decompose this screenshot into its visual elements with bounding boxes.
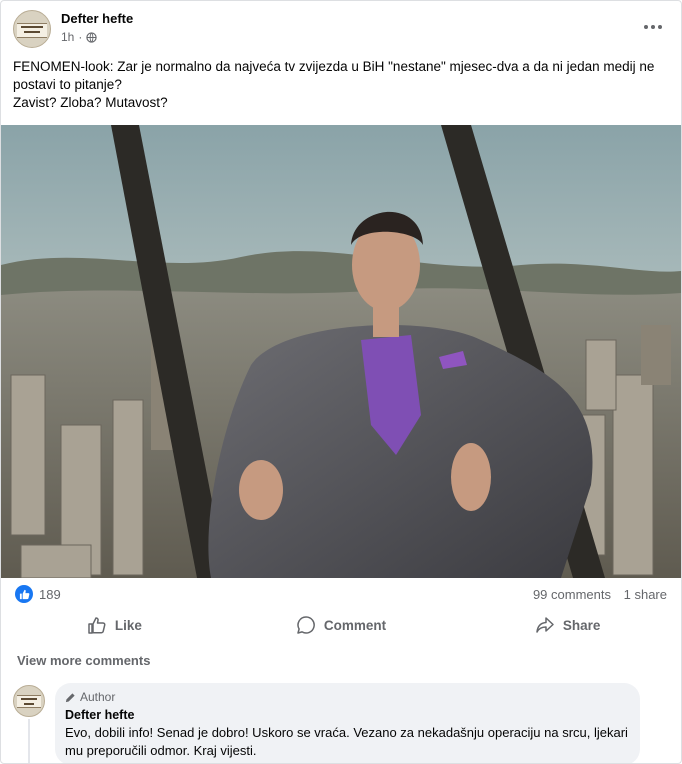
comment-icon [297, 616, 315, 634]
post-actions: Like Comment Share [1, 609, 681, 641]
pencil-icon [65, 692, 75, 702]
page-name[interactable]: Defter hefte [61, 11, 133, 26]
post-card: Defter hefte 1h · FENOMEN-look: Zar je n… [0, 0, 682, 764]
post-meta: 1h · [61, 30, 98, 44]
post-stats: 189 99 comments 1 share [1, 583, 681, 607]
reaction-count[interactable]: 189 [39, 587, 61, 602]
more-icon [644, 25, 648, 29]
comment-text: Evo, dobili info! Senad je dobro! Uskoro… [65, 725, 628, 758]
shares-count[interactable]: 1 share [624, 587, 667, 602]
post-time[interactable]: 1h [61, 30, 74, 44]
logo-band [17, 23, 47, 38]
like-button[interactable]: Like [1, 609, 228, 641]
comments-count[interactable]: 99 comments [533, 587, 611, 602]
comment-button[interactable]: Comment [228, 609, 455, 641]
like-icon[interactable] [15, 585, 33, 603]
page-avatar[interactable] [13, 10, 51, 48]
commenter-name[interactable]: Defter hefte [65, 708, 630, 722]
commenter-avatar [13, 685, 45, 717]
thread-line [28, 719, 30, 763]
share-label: Share [562, 617, 601, 633]
author-badge: Author [65, 690, 630, 704]
more-options-button[interactable] [639, 15, 667, 39]
comment-bubble: Author Defter hefte Evo, dobili info! Se… [55, 683, 640, 763]
share-icon [536, 617, 554, 633]
like-label: Like [114, 617, 142, 633]
share-button[interactable]: Share [454, 609, 681, 641]
post-text-line: FENOMEN-look: Zar je normalno da najveća… [13, 59, 655, 92]
post-text: FENOMEN-look: Zar je normalno da najveća… [13, 58, 671, 112]
photo-illustration [1, 125, 681, 578]
post-header: Defter hefte 1h · [1, 1, 681, 57]
logo-band [17, 695, 41, 708]
comment-label: Comment [323, 617, 387, 633]
post-text-line: Zavist? Zloba? Mutavost? [13, 95, 168, 110]
comment-avatar[interactable] [13, 685, 45, 717]
author-label: Author [80, 690, 116, 704]
view-more-comments[interactable]: View more comments [17, 653, 150, 668]
thumbs-up-icon [19, 589, 29, 599]
globe-icon[interactable] [86, 31, 98, 43]
post-photo[interactable] [1, 125, 681, 578]
thumbs-up-icon [88, 617, 106, 634]
